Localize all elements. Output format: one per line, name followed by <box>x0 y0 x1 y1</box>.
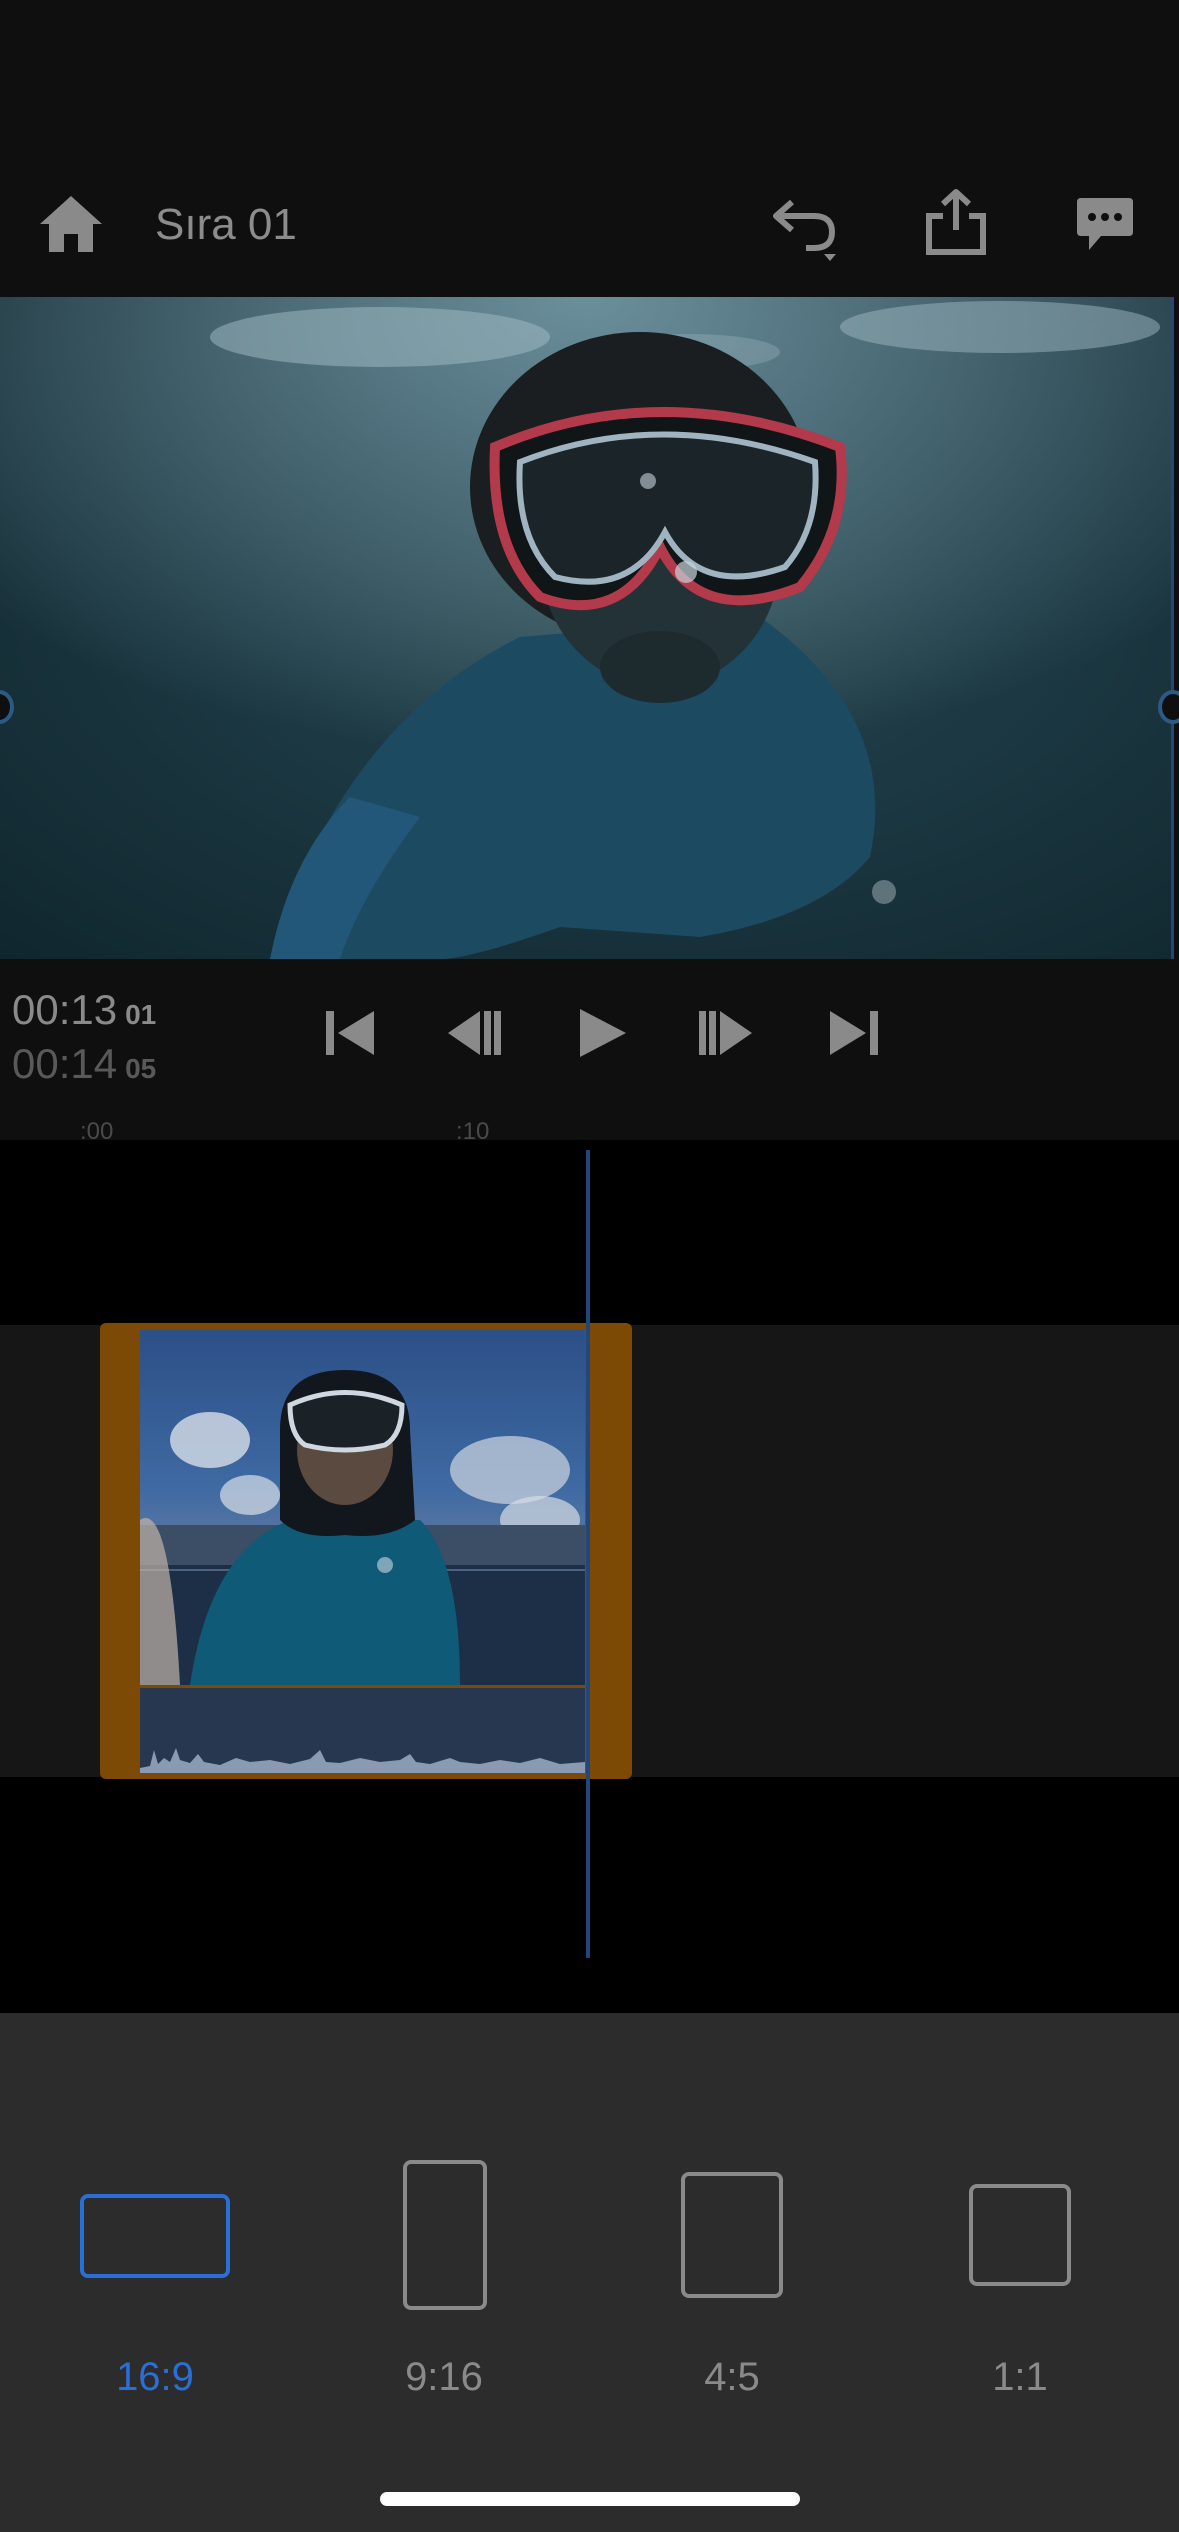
skip-to-end-icon[interactable] <box>826 1005 882 1061</box>
current-timecode: 00:13 01 <box>12 986 156 1034</box>
step-back-icon[interactable] <box>446 1005 502 1061</box>
aspect-ratio-label: 16:9 <box>116 2355 194 2399</box>
playhead[interactable] <box>586 1150 590 1958</box>
share-icon[interactable] <box>925 188 987 256</box>
aspect-4-5-icon <box>681 2172 783 2298</box>
undo-icon[interactable] <box>770 192 842 262</box>
ruler-label-10: :10 <box>456 1118 490 1145</box>
aspect-ratio-9-16[interactable]: 9:16 <box>344 2150 544 2420</box>
total-duration: 00:14 05 <box>12 1040 156 1088</box>
home-indicator[interactable] <box>380 2492 800 2506</box>
aspect-ratio-label: 1:1 <box>992 2355 1048 2399</box>
preview-frame-image <box>0 297 1172 959</box>
home-icon[interactable] <box>38 194 104 254</box>
sequence-title[interactable]: Sıra 01 <box>155 200 297 250</box>
video-preview[interactable] <box>0 297 1172 959</box>
play-icon[interactable] <box>574 1005 630 1061</box>
comment-icon[interactable] <box>1075 194 1135 254</box>
top-bar: Sıra 01 <box>0 170 1179 290</box>
aspect-ratio-label: 4:5 <box>704 2355 760 2399</box>
aspect-ratio-16-9[interactable]: 16:9 <box>55 2150 255 2420</box>
aspect-ratio-1-1[interactable]: 1:1 <box>920 2150 1120 2420</box>
aspect-16-9-icon <box>80 2194 230 2278</box>
current-frames: 01 <box>125 999 157 1030</box>
aspect-ratio-4-5[interactable]: 4:5 <box>632 2150 832 2420</box>
clip-audio-waveform <box>140 1688 585 1773</box>
clip-thumbnail <box>140 1330 585 1685</box>
aspect-ratio-label: 9:16 <box>405 2355 483 2399</box>
step-forward-icon[interactable] <box>698 1005 754 1061</box>
total-frames: 05 <box>125 1053 157 1084</box>
total-time: 00:14 <box>12 1040 118 1087</box>
current-time: 00:13 <box>12 986 118 1033</box>
aspect-9-16-icon <box>403 2160 487 2310</box>
preview-right-edge <box>1171 297 1174 959</box>
aspect-1-1-icon <box>969 2184 1071 2286</box>
screen: Sıra 01 00:13 01 00:14 05:00:10 16:9 9… <box>0 0 1179 2532</box>
ruler-label-0: :00 <box>80 1118 114 1145</box>
skip-to-start-icon[interactable] <box>322 1005 378 1061</box>
